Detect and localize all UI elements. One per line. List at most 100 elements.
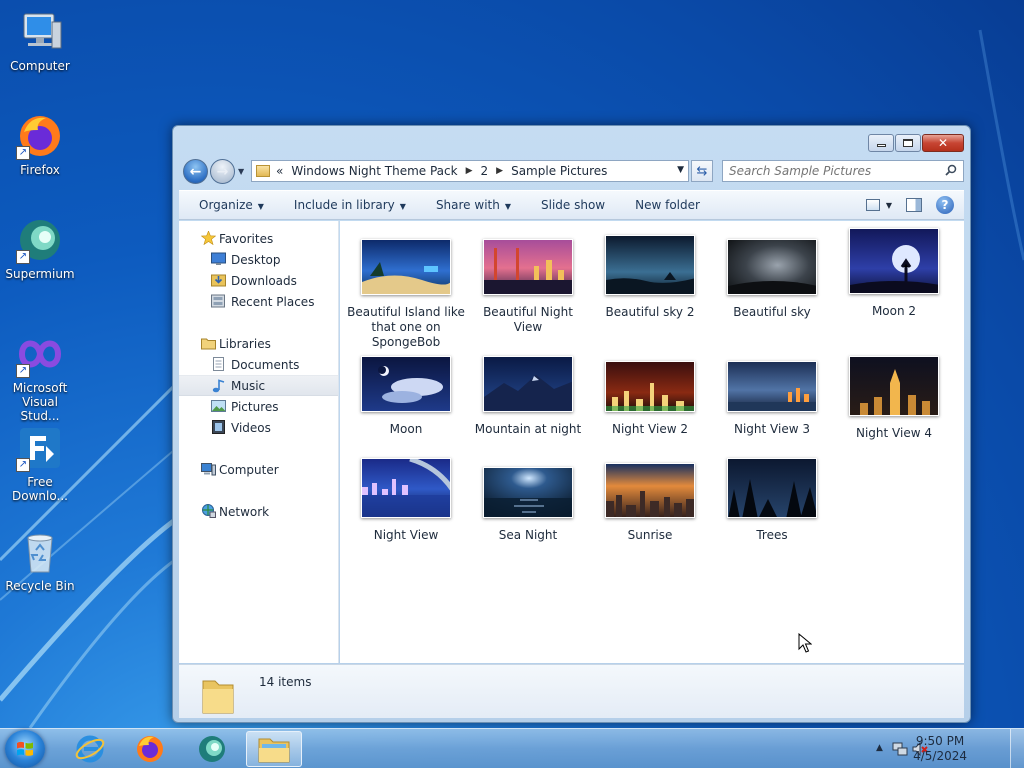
image-thumbnail bbox=[605, 361, 696, 413]
taskbar: ▲ 9:50 PM 4/5/2024 bbox=[0, 728, 1024, 768]
nav-item-label: Pictures bbox=[231, 399, 279, 414]
show-desktop-button[interactable] bbox=[1010, 729, 1024, 768]
search-input[interactable] bbox=[723, 164, 933, 178]
explorer-window[interactable]: ✕ ← → ▼ « Windows Night Theme Pack ▶ 2 ▶… bbox=[172, 125, 971, 723]
nav-item-downloads[interactable]: Downloads bbox=[179, 270, 338, 291]
file-item[interactable]: Night View 2 bbox=[589, 361, 711, 437]
maximize-button[interactable] bbox=[895, 134, 921, 152]
help-button[interactable]: ? bbox=[936, 196, 954, 214]
image-thumbnail bbox=[361, 356, 452, 413]
file-item[interactable]: Moon bbox=[345, 356, 467, 437]
chevron-right-icon[interactable]: ▶ bbox=[496, 166, 503, 176]
nav-item-label: Favorites bbox=[219, 231, 274, 246]
recent-pages-dropdown[interactable]: ▼ bbox=[238, 167, 244, 176]
image-thumbnail bbox=[483, 356, 574, 413]
file-item[interactable]: Night View bbox=[345, 456, 467, 543]
chevron-right-icon[interactable]: ▶ bbox=[466, 166, 473, 176]
nav-item-favorites[interactable]: Favorites bbox=[179, 228, 338, 249]
image-thumbnail bbox=[605, 463, 696, 519]
view-controls: ▼ ? bbox=[865, 196, 954, 214]
desktop-icon-supermium[interactable]: ↗ Supermium bbox=[2, 216, 78, 281]
computer-icon bbox=[201, 463, 216, 476]
internet-explorer-icon bbox=[75, 735, 105, 763]
shortcut-arrow-icon: ↗ bbox=[16, 250, 30, 264]
nav-item-recent-places[interactable]: Recent Places bbox=[179, 291, 338, 312]
taskbar-firefox[interactable] bbox=[122, 731, 178, 767]
share-with-button[interactable]: Share with ▼ bbox=[436, 198, 511, 212]
chevron-down-icon: ▼ bbox=[399, 202, 406, 211]
file-item[interactable]: Mountain at night bbox=[467, 356, 589, 437]
network-tray-icon[interactable] bbox=[892, 741, 908, 757]
file-item[interactable]: Sea Night bbox=[467, 467, 589, 543]
file-view[interactable]: Beautiful Island like that one on Sponge… bbox=[340, 221, 964, 663]
file-label: Sea Night bbox=[498, 528, 558, 542]
file-label: Night View 4 bbox=[856, 426, 932, 440]
downloads-icon bbox=[211, 274, 226, 287]
clock-date: 4/5/2024 bbox=[913, 749, 967, 763]
file-item[interactable]: Night View 3 bbox=[711, 361, 833, 437]
navigation-pane[interactable]: Favorites Desktop Downloads Recent Place… bbox=[179, 221, 339, 663]
clock-time: 9:50 PM bbox=[915, 734, 965, 748]
taskbar-windows-explorer[interactable] bbox=[246, 731, 302, 767]
nav-item-computer[interactable]: Computer bbox=[179, 459, 338, 480]
search-box[interactable] bbox=[722, 160, 964, 182]
file-item[interactable]: Sunrise bbox=[589, 463, 711, 543]
desktop-icon-firefox[interactable]: ↗ Firefox bbox=[2, 112, 78, 177]
nav-item-videos[interactable]: Videos bbox=[179, 417, 338, 438]
new-folder-button[interactable]: New folder bbox=[635, 198, 700, 212]
chevron-down-icon[interactable]: ▼ bbox=[677, 165, 684, 175]
file-label: Night View 2 bbox=[612, 422, 688, 436]
shortcut-arrow-icon: ↗ bbox=[16, 364, 30, 378]
desktop-icon-computer[interactable]: Computer bbox=[2, 8, 78, 73]
nav-item-network[interactable]: Network bbox=[179, 501, 338, 522]
file-item[interactable]: Moon 2 bbox=[833, 228, 955, 319]
back-button[interactable]: ← bbox=[183, 159, 208, 184]
forward-button[interactable]: → bbox=[210, 159, 235, 184]
show-hidden-icons-button[interactable]: ▲ bbox=[876, 743, 883, 753]
refresh-button[interactable]: ⇆ bbox=[691, 160, 713, 182]
file-item[interactable]: Beautiful Island like that one on Sponge… bbox=[345, 239, 467, 350]
desktop-icon-visual-studio[interactable]: ↗ Microsoft Visual Stud... bbox=[2, 330, 78, 423]
include-in-library-button[interactable]: Include in library ▼ bbox=[294, 198, 406, 212]
taskbar-supermium[interactable] bbox=[184, 731, 240, 767]
star-icon bbox=[201, 231, 216, 245]
desktop-icon-label: Supermium bbox=[5, 267, 75, 281]
search-icon bbox=[945, 164, 957, 176]
desktop-icon bbox=[211, 252, 226, 265]
organize-button[interactable]: Organize ▼ bbox=[199, 198, 264, 212]
file-label: Moon 2 bbox=[871, 304, 917, 318]
image-thumbnail bbox=[727, 361, 818, 413]
nav-item-documents[interactable]: Documents bbox=[179, 354, 338, 375]
nav-item-pictures[interactable]: Pictures bbox=[179, 396, 338, 417]
file-item[interactable]: Night View 4 bbox=[833, 356, 955, 441]
nav-item-libraries[interactable]: Libraries bbox=[179, 333, 338, 354]
start-button[interactable] bbox=[5, 730, 45, 768]
file-item[interactable]: Beautiful Night View bbox=[467, 239, 589, 335]
breadcrumb-segment-theme-pack[interactable]: Windows Night Theme Pack bbox=[291, 164, 457, 178]
close-button[interactable]: ✕ bbox=[922, 134, 964, 152]
minimize-button[interactable] bbox=[868, 134, 894, 152]
preview-pane-button[interactable] bbox=[906, 198, 922, 212]
clock[interactable]: 9:50 PM 4/5/2024 bbox=[913, 734, 967, 764]
breadcrumb-overflow[interactable]: « bbox=[276, 164, 283, 178]
address-bar[interactable]: « Windows Night Theme Pack ▶ 2 ▶ Sample … bbox=[251, 160, 689, 182]
file-item[interactable]: Beautiful sky 2 bbox=[589, 235, 711, 320]
nav-item-music[interactable]: Music bbox=[179, 375, 338, 396]
navigation-bar: ← → ▼ « Windows Night Theme Pack ▶ 2 ▶ S… bbox=[181, 159, 964, 184]
file-label: Trees bbox=[756, 528, 788, 542]
desktop-icon-free-download-manager[interactable]: ↗ Free Downlo... bbox=[2, 424, 78, 503]
taskbar-internet-explorer[interactable] bbox=[62, 731, 118, 767]
change-view-button[interactable]: ▼ bbox=[865, 199, 892, 211]
breadcrumb-segment-2[interactable]: 2 bbox=[481, 164, 489, 178]
nav-item-desktop[interactable]: Desktop bbox=[179, 249, 338, 270]
organize-label: Organize bbox=[199, 198, 253, 212]
slide-show-button[interactable]: Slide show bbox=[541, 198, 605, 212]
breadcrumb-segment-sample-pictures[interactable]: Sample Pictures bbox=[511, 164, 607, 178]
file-item[interactable]: Trees bbox=[711, 458, 833, 543]
desktop-icon-label: Firefox bbox=[20, 163, 60, 177]
close-icon: ✕ bbox=[937, 136, 949, 150]
file-label: Sunrise bbox=[627, 528, 673, 542]
file-item[interactable]: Beautiful sky bbox=[711, 239, 833, 320]
nav-item-label: Music bbox=[231, 378, 266, 393]
desktop-icon-recycle-bin[interactable]: Recycle Bin bbox=[2, 528, 78, 593]
